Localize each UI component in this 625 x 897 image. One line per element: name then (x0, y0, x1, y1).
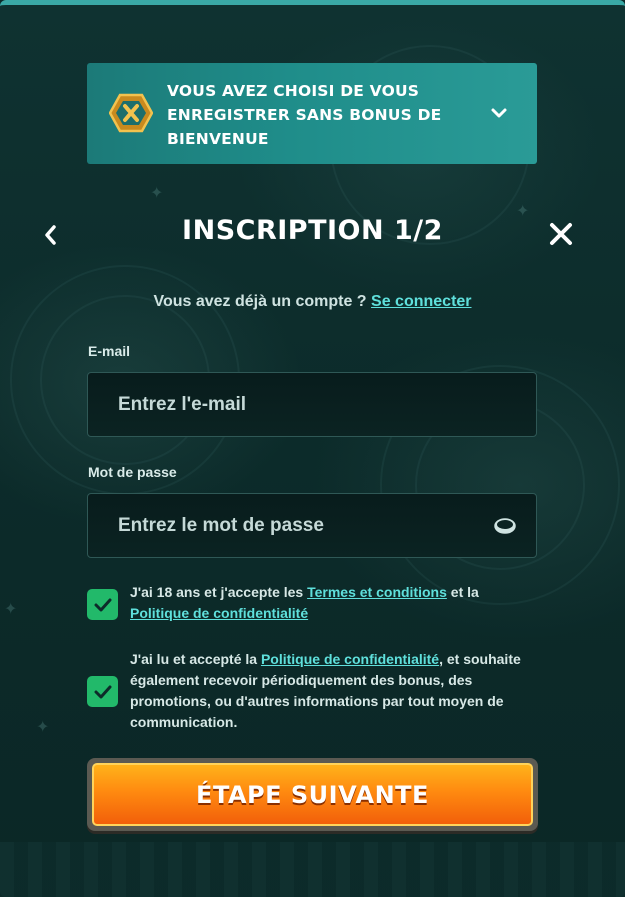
consent-text: et la (446, 584, 479, 600)
terms-link[interactable]: Termes et conditions (307, 584, 447, 600)
sparkle-icon: ✦ (4, 601, 18, 618)
banner-line: VOUS AVEZ CHOISI DE VOUS (167, 82, 420, 100)
decorative-border (0, 842, 625, 897)
chevron-down-icon[interactable] (489, 103, 509, 123)
registration-modal: ✦ ✦ ✦ ✦ VOUS AVEZ CHOISI DE VOUS ENREGIS… (0, 0, 625, 897)
checkmark-icon (94, 685, 111, 698)
login-prompt-text: Vous avez déjà un compte ? (153, 293, 367, 310)
consent-text: J'ai 18 ans et j'accepte les (130, 584, 308, 600)
bonus-banner-text: VOUS AVEZ CHOISI DE VOUS ENREGISTRER SAN… (167, 79, 467, 151)
next-step-button-face: ÉTAPE SUIVANTE (92, 763, 533, 826)
consent-text: , et souhaite (439, 651, 521, 667)
consent-text: communication. (130, 714, 238, 730)
password-field[interactable] (88, 494, 536, 557)
next-step-label: ÉTAPE SUIVANTE (196, 780, 429, 809)
sparkle-icon: ✦ (150, 185, 164, 202)
page-title: INSCRIPTION 1/2 (182, 215, 443, 246)
next-step-button[interactable]: ÉTAPE SUIVANTE (87, 758, 538, 831)
consent-text: promotions, ou d'autres informations par… (130, 693, 504, 709)
password-field-container (87, 493, 537, 558)
consent-text: J'ai lu et accepté la (130, 651, 261, 667)
sparkle-icon: ✦ (36, 719, 50, 736)
banner-line: ENREGISTRER SANS BONUS DE (167, 106, 442, 124)
back-button[interactable] (38, 219, 62, 251)
email-field[interactable] (88, 373, 536, 436)
close-icon (550, 223, 572, 245)
password-label: Mot de passe (88, 464, 177, 480)
login-link[interactable]: Se connecter (371, 293, 471, 310)
marketing-consent-text: J'ai lu et accepté la Politique de confi… (130, 649, 530, 733)
terms-checkbox[interactable] (87, 589, 118, 620)
consent-text: également recevoir périodiquement des bo… (130, 672, 473, 688)
email-field-container (87, 372, 537, 437)
chevron-left-icon (45, 225, 56, 245)
privacy-policy-link[interactable]: Politique de confidentialité (130, 605, 308, 621)
login-prompt: Vous avez déjà un compte ? Se connecter (0, 293, 625, 311)
close-button[interactable] (544, 217, 578, 251)
checkmark-icon (94, 598, 111, 611)
terms-consent-text: J'ai 18 ans et j'accepte les Termes et c… (130, 582, 530, 624)
email-label: E-mail (88, 343, 131, 359)
privacy-policy-link[interactable]: Politique de confidentialité (261, 651, 439, 667)
marketing-checkbox[interactable] (87, 676, 118, 707)
no-bonus-icon (109, 93, 153, 133)
bonus-selection-banner[interactable]: VOUS AVEZ CHOISI DE VOUS ENREGISTRER SAN… (87, 63, 537, 164)
eye-icon[interactable] (494, 517, 516, 535)
banner-line: BIENVENUE (167, 130, 269, 148)
